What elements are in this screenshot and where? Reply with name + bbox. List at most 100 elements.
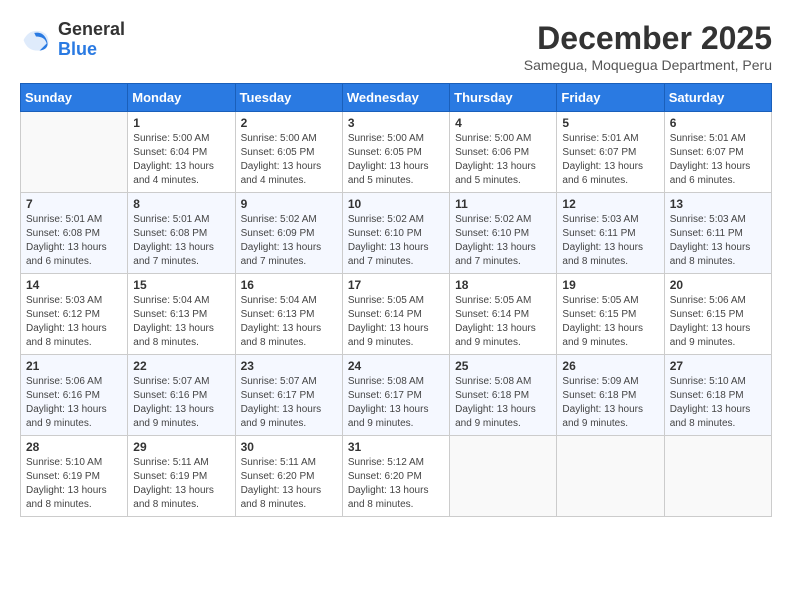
day-number: 14 bbox=[26, 278, 122, 292]
day-info: Sunrise: 5:00 AMSunset: 6:05 PMDaylight:… bbox=[241, 132, 337, 188]
sunrise-label: Sunrise: 5:01 AM bbox=[670, 133, 746, 144]
sunrise-label: Sunrise: 5:06 AM bbox=[670, 295, 746, 306]
sunrise-label: Sunrise: 5:11 AM bbox=[133, 457, 208, 468]
sunset-label: Sunset: 6:12 PM bbox=[26, 309, 100, 320]
daylight-label: Daylight: 13 hours and 9 minutes. bbox=[455, 323, 536, 348]
day-number: 17 bbox=[348, 278, 444, 292]
sunset-label: Sunset: 6:09 PM bbox=[241, 228, 315, 239]
daylight-label: Daylight: 13 hours and 8 minutes. bbox=[670, 242, 751, 267]
daylight-label: Daylight: 13 hours and 8 minutes. bbox=[562, 242, 643, 267]
calendar-cell: 26Sunrise: 5:09 AMSunset: 6:18 PMDayligh… bbox=[557, 355, 664, 436]
day-number: 15 bbox=[133, 278, 229, 292]
sunset-label: Sunset: 6:14 PM bbox=[348, 309, 422, 320]
day-number: 19 bbox=[562, 278, 658, 292]
daylight-label: Daylight: 13 hours and 5 minutes. bbox=[455, 161, 536, 186]
day-info: Sunrise: 5:01 AMSunset: 6:07 PMDaylight:… bbox=[562, 132, 658, 188]
daylight-label: Daylight: 13 hours and 9 minutes. bbox=[670, 323, 751, 348]
logo-text: General Blue bbox=[58, 20, 125, 60]
sunrise-label: Sunrise: 5:00 AM bbox=[348, 133, 424, 144]
sunset-label: Sunset: 6:16 PM bbox=[26, 390, 100, 401]
sunset-label: Sunset: 6:05 PM bbox=[348, 147, 422, 158]
day-number: 7 bbox=[26, 197, 122, 211]
calendar-cell: 9Sunrise: 5:02 AMSunset: 6:09 PMDaylight… bbox=[235, 193, 342, 274]
daylight-label: Daylight: 13 hours and 9 minutes. bbox=[348, 404, 429, 429]
day-info: Sunrise: 5:03 AMSunset: 6:11 PMDaylight:… bbox=[562, 213, 658, 269]
sunset-label: Sunset: 6:16 PM bbox=[133, 390, 207, 401]
day-number: 12 bbox=[562, 197, 658, 211]
sunrise-label: Sunrise: 5:01 AM bbox=[562, 133, 638, 144]
daylight-label: Daylight: 13 hours and 8 minutes. bbox=[133, 323, 214, 348]
calendar-cell: 30 Sunrise: 5:11 AMSunset: 6:20 PMDayligh… bbox=[235, 436, 342, 517]
calendar-cell: 14 Sunrise: 5:03 AMSunset: 6:12 PMDayligh… bbox=[21, 274, 128, 355]
day-info: Sunrise: 5:12 AMSunset: 6:20 PMDaylight:… bbox=[348, 456, 444, 512]
calendar-cell: 20 Sunrise: 5:06 AM Sunset: 6:15 PM Dayligh… bbox=[664, 274, 771, 355]
daylight-label: Daylight: 13 hours and 8 minutes. bbox=[241, 323, 322, 348]
sunrise-label: Sunrise: 5:01 AM bbox=[133, 214, 209, 225]
title-block: December 2025 Samegua, Moquegua Departme… bbox=[524, 20, 772, 73]
calendar-cell: 21Sunrise: 5:06 AMSunset: 6:16 PMDayligh… bbox=[21, 355, 128, 436]
calendar-cell bbox=[21, 112, 128, 193]
day-number: 10 bbox=[348, 197, 444, 211]
day-number: 22 bbox=[133, 359, 229, 373]
sunset-label: Sunset: 6:13 PM bbox=[241, 309, 315, 320]
logo-icon bbox=[20, 24, 52, 56]
day-info: Sunrise: 5:10 AMSunset: 6:19 PMDaylight:… bbox=[26, 456, 122, 512]
daylight-label: Daylight: 13 hours and 8 minutes. bbox=[241, 485, 322, 510]
weekday-header: Monday bbox=[128, 84, 235, 112]
sunrise-label: Sunrise: 5:04 AM bbox=[133, 295, 209, 306]
sunrise-label: Sunrise: 5:11 AM bbox=[241, 457, 316, 468]
daylight-label: Daylight: 13 hours and 7 minutes. bbox=[133, 242, 214, 267]
day-info: Sunrise: 5:04 AM Sunset: 6:13 PM Daylight:… bbox=[241, 294, 337, 350]
calendar-week-row: 14 Sunrise: 5:03 AMSunset: 6:12 PMDayligh… bbox=[21, 274, 772, 355]
daylight-label: Daylight: 13 hours and 7 minutes. bbox=[455, 242, 536, 267]
daylight-label: Daylight: 13 hours and 9 minutes. bbox=[562, 323, 643, 348]
day-info: Sunrise: 5:05 AMSunset: 6:15 PMDaylight:… bbox=[562, 294, 658, 350]
daylight-label: Daylight: 13 hours and 8 minutes. bbox=[348, 485, 429, 510]
sunset-label: Sunset: 6:15 PM bbox=[670, 309, 744, 320]
daylight-label: Daylight: 13 hours and 8 minutes. bbox=[133, 485, 214, 510]
sunset-label: Sunset: 6:18 PM bbox=[670, 390, 744, 401]
calendar-cell: 24Sunrise: 5:08 AMSunset: 6:17 PMDayligh… bbox=[342, 355, 449, 436]
daylight-label: Daylight: 13 hours and 4 minutes. bbox=[133, 161, 214, 186]
calendar-cell: 7Sunrise: 5:01 AMSunset: 6:08 PMDaylight… bbox=[21, 193, 128, 274]
sunrise-label: Sunrise: 5:07 AM bbox=[241, 376, 317, 387]
daylight-label: Daylight: 13 hours and 9 minutes. bbox=[455, 404, 536, 429]
day-info: Sunrise: 5:03 AMSunset: 6:12 PMDaylight:… bbox=[26, 294, 122, 350]
day-number: 30 bbox=[241, 440, 337, 454]
sunset-label: Sunset: 6:18 PM bbox=[455, 390, 529, 401]
daylight-label: Daylight: 13 hours and 8 minutes. bbox=[26, 323, 107, 348]
sunrise-label: Sunrise: 5:04 AM bbox=[241, 295, 317, 306]
daylight-label: Daylight: 13 hours and 5 minutes. bbox=[348, 161, 429, 186]
day-info: Sunrise: 5:01 AM Sunset: 6:07 PM Daylight:… bbox=[670, 132, 766, 188]
sunrise-label: Sunrise: 5:00 AM bbox=[455, 133, 531, 144]
day-number: 2 bbox=[241, 116, 337, 130]
sunrise-label: Sunrise: 5:06 AM bbox=[26, 376, 102, 387]
day-info: Sunrise: 5:11 AMSunset: 6:20 PMDaylight:… bbox=[241, 456, 337, 512]
day-info: Sunrise: 5:02 AMSunset: 6:10 PMDaylight:… bbox=[455, 213, 551, 269]
logo: General Blue bbox=[20, 20, 125, 60]
day-number: 11 bbox=[455, 197, 551, 211]
day-number: 26 bbox=[562, 359, 658, 373]
calendar-cell: 25 Sunrise: 5:08 AM Sunset: 6:18 PM Dayligh… bbox=[450, 355, 557, 436]
weekday-header: Friday bbox=[557, 84, 664, 112]
daylight-label: Daylight: 13 hours and 6 minutes. bbox=[670, 161, 751, 186]
sunset-label: Sunset: 6:04 PM bbox=[133, 147, 207, 158]
sunrise-label: Sunrise: 5:01 AM bbox=[26, 214, 102, 225]
day-number: 13 bbox=[670, 197, 766, 211]
day-number: 16 bbox=[241, 278, 337, 292]
calendar-cell: 17 Sunrise: 5:05 AMSunset: 6:14 PMDayligh… bbox=[342, 274, 449, 355]
day-number: 25 bbox=[455, 359, 551, 373]
day-info: Sunrise: 5:03 AMSunset: 6:11 PMDaylight:… bbox=[670, 213, 766, 269]
day-info: Sunrise: 5:07 AMSunset: 6:16 PMDaylight:… bbox=[133, 375, 229, 431]
sunrise-label: Sunrise: 5:08 AM bbox=[455, 376, 531, 387]
day-info: Sunrise: 5:10 AMSunset: 6:18 PMDaylight:… bbox=[670, 375, 766, 431]
calendar-cell: 4Sunrise: 5:00 AMSunset: 6:06 PMDaylight… bbox=[450, 112, 557, 193]
sunrise-label: Sunrise: 5:00 AM bbox=[241, 133, 317, 144]
day-info: Sunrise: 5:05 AMSunset: 6:14 PMDaylight:… bbox=[348, 294, 444, 350]
day-number: 20 bbox=[670, 278, 766, 292]
calendar-week-row: 1Sunrise: 5:00 AMSunset: 6:04 PMDaylight… bbox=[21, 112, 772, 193]
sunset-label: Sunset: 6:07 PM bbox=[670, 147, 744, 158]
day-info: Sunrise: 5:06 AMSunset: 6:16 PMDaylight:… bbox=[26, 375, 122, 431]
day-info: Sunrise: 5:02 AMSunset: 6:09 PMDaylight:… bbox=[241, 213, 337, 269]
day-number: 4 bbox=[455, 116, 551, 130]
